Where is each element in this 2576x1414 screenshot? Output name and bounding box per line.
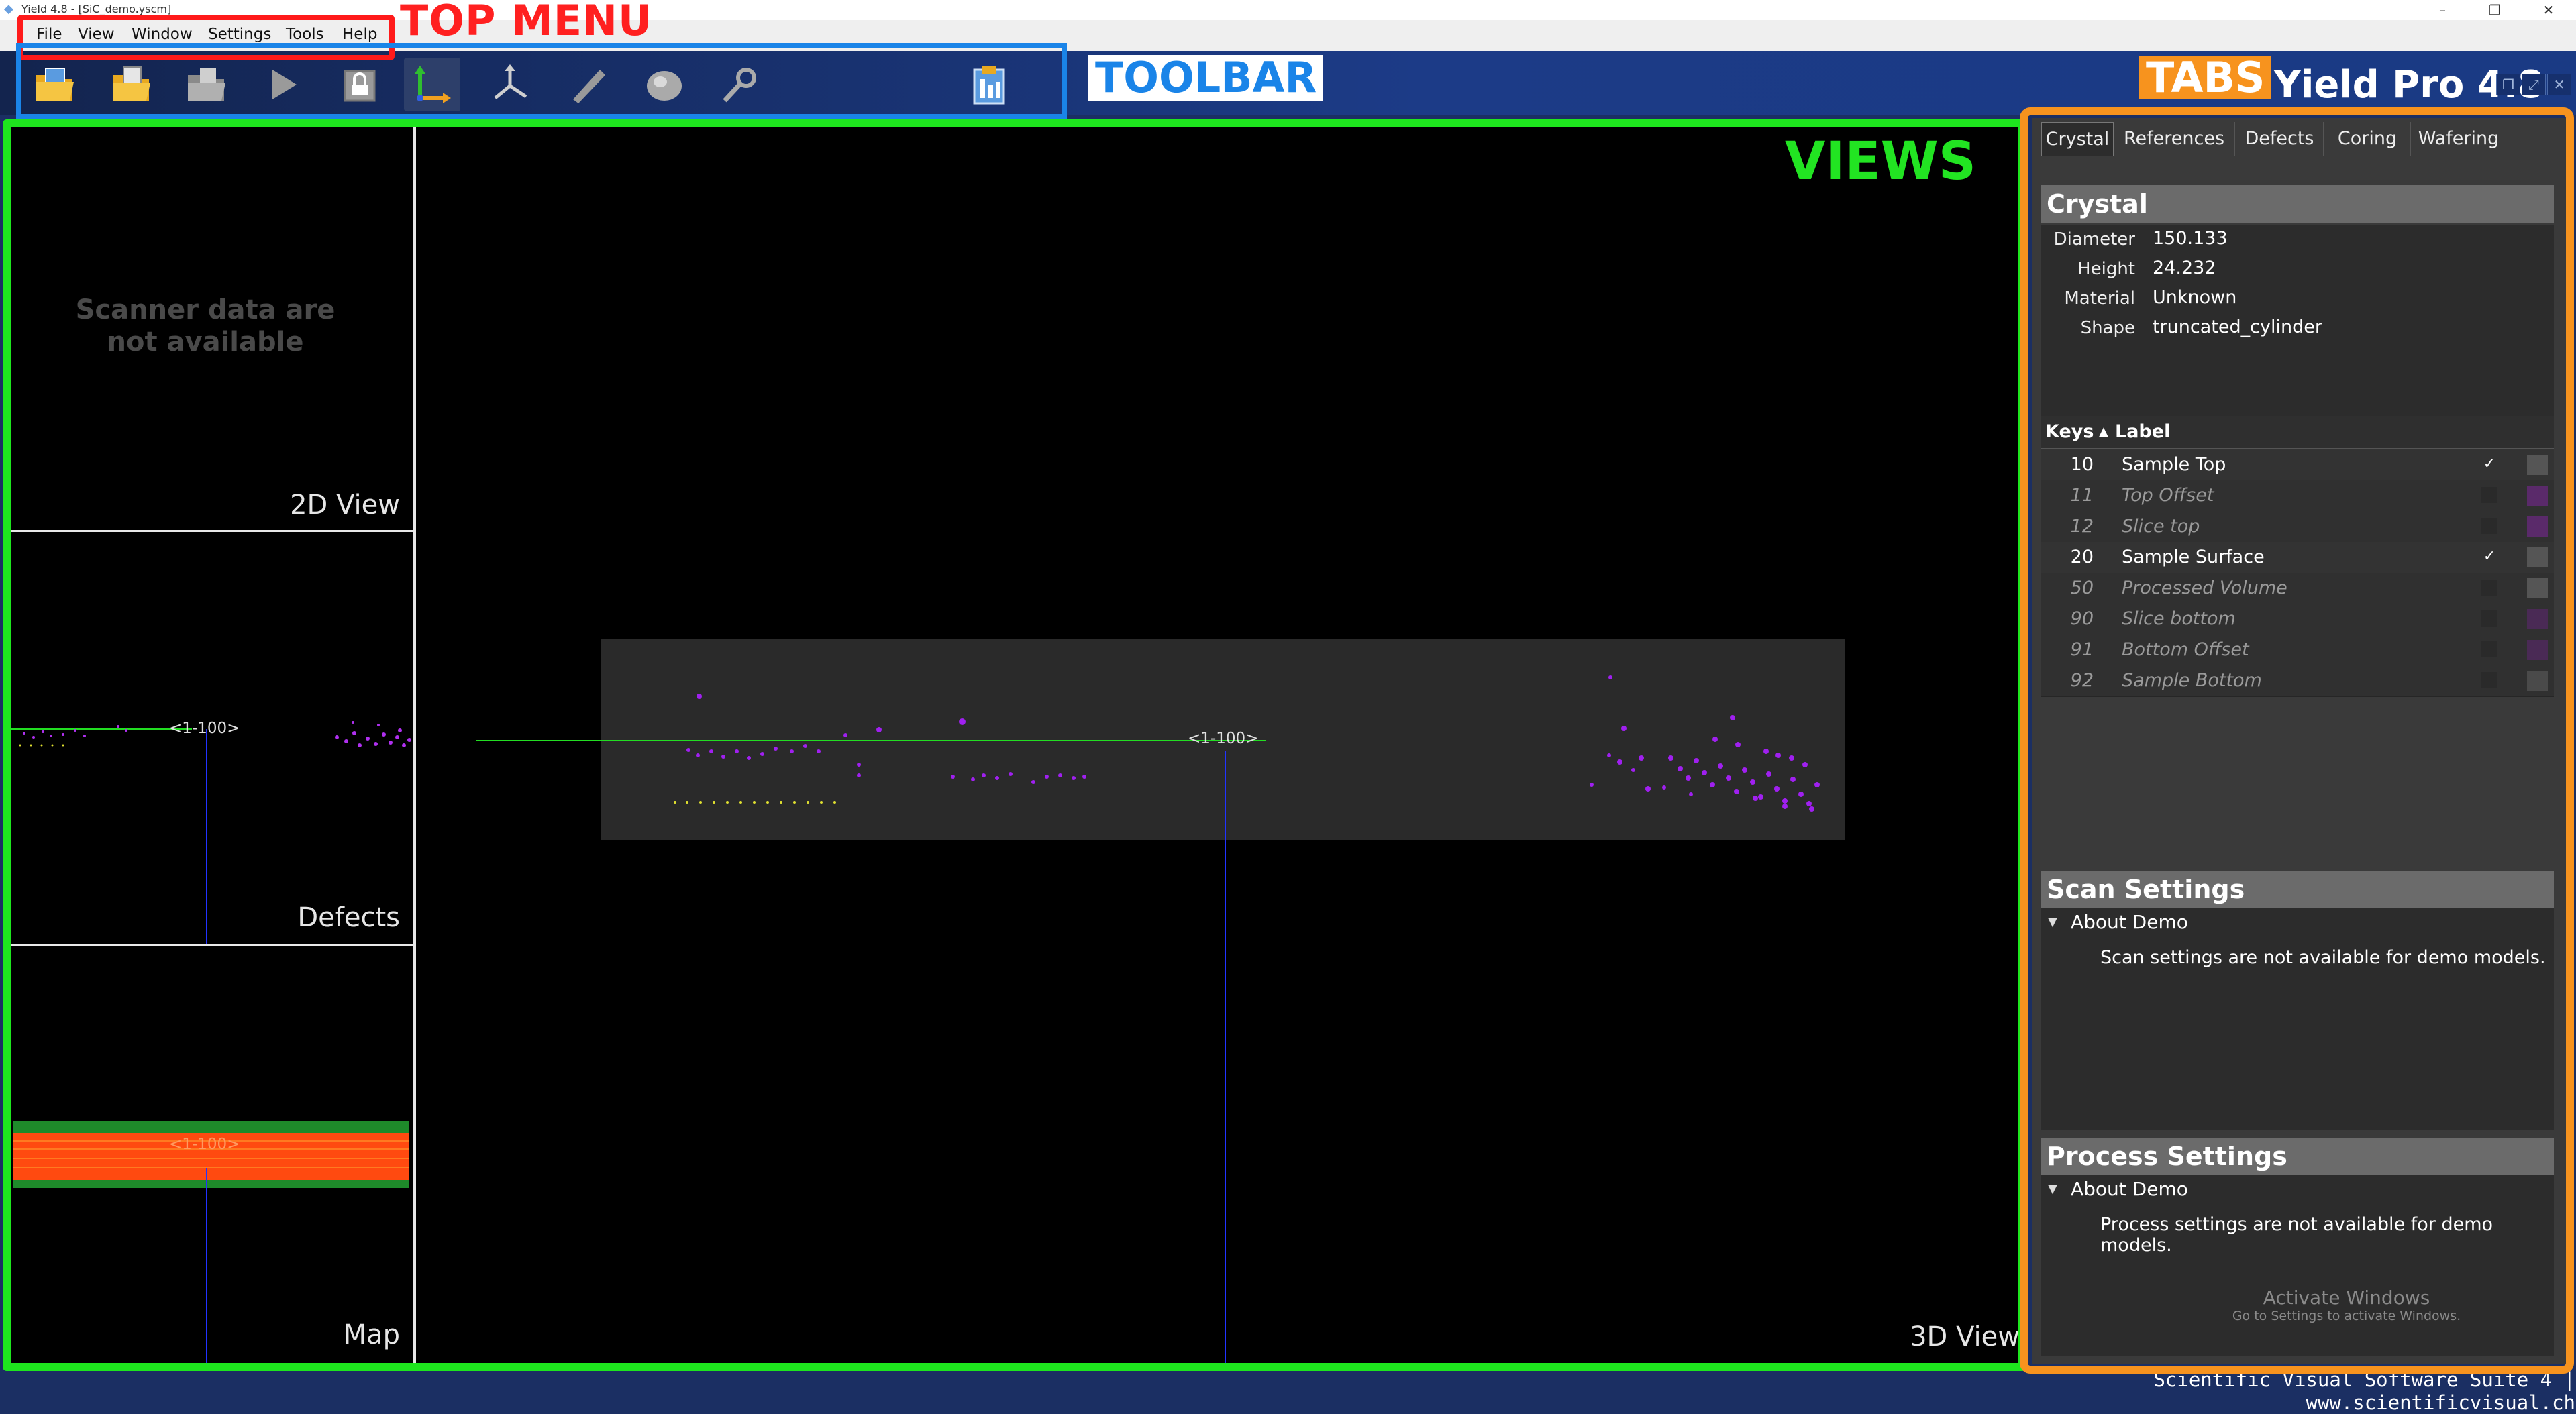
- toolbar-annotation: TOOLBAR: [1088, 55, 1324, 101]
- window-title: Yield 4.8 - [SiC_demo.yscm]: [21, 3, 172, 15]
- views-annotation: VIEWS: [1785, 131, 1976, 192]
- footer-credits: Scientific Visual Software Suite 4 | www…: [2153, 1368, 2575, 1414]
- mdi-close-icon[interactable]: ✕: [2547, 74, 2571, 95]
- tabs-highlight: [2020, 107, 2574, 1374]
- restore-icon[interactable]: ❐: [2476, 0, 2514, 20]
- mdi-maximize-icon[interactable]: ⤢: [2522, 74, 2546, 95]
- top-menu-annotation: TOP MENU: [400, 0, 653, 45]
- toolbar-highlight: [16, 43, 1067, 119]
- views-highlight: [3, 119, 2026, 1371]
- app-icon: ◆: [4, 2, 13, 16]
- tabs-annotation: TABS: [2139, 56, 2272, 99]
- minimize-icon[interactable]: –: [2424, 0, 2461, 20]
- close-icon[interactable]: ✕: [2530, 0, 2567, 20]
- mdi-restore-icon[interactable]: ❐: [2496, 74, 2520, 95]
